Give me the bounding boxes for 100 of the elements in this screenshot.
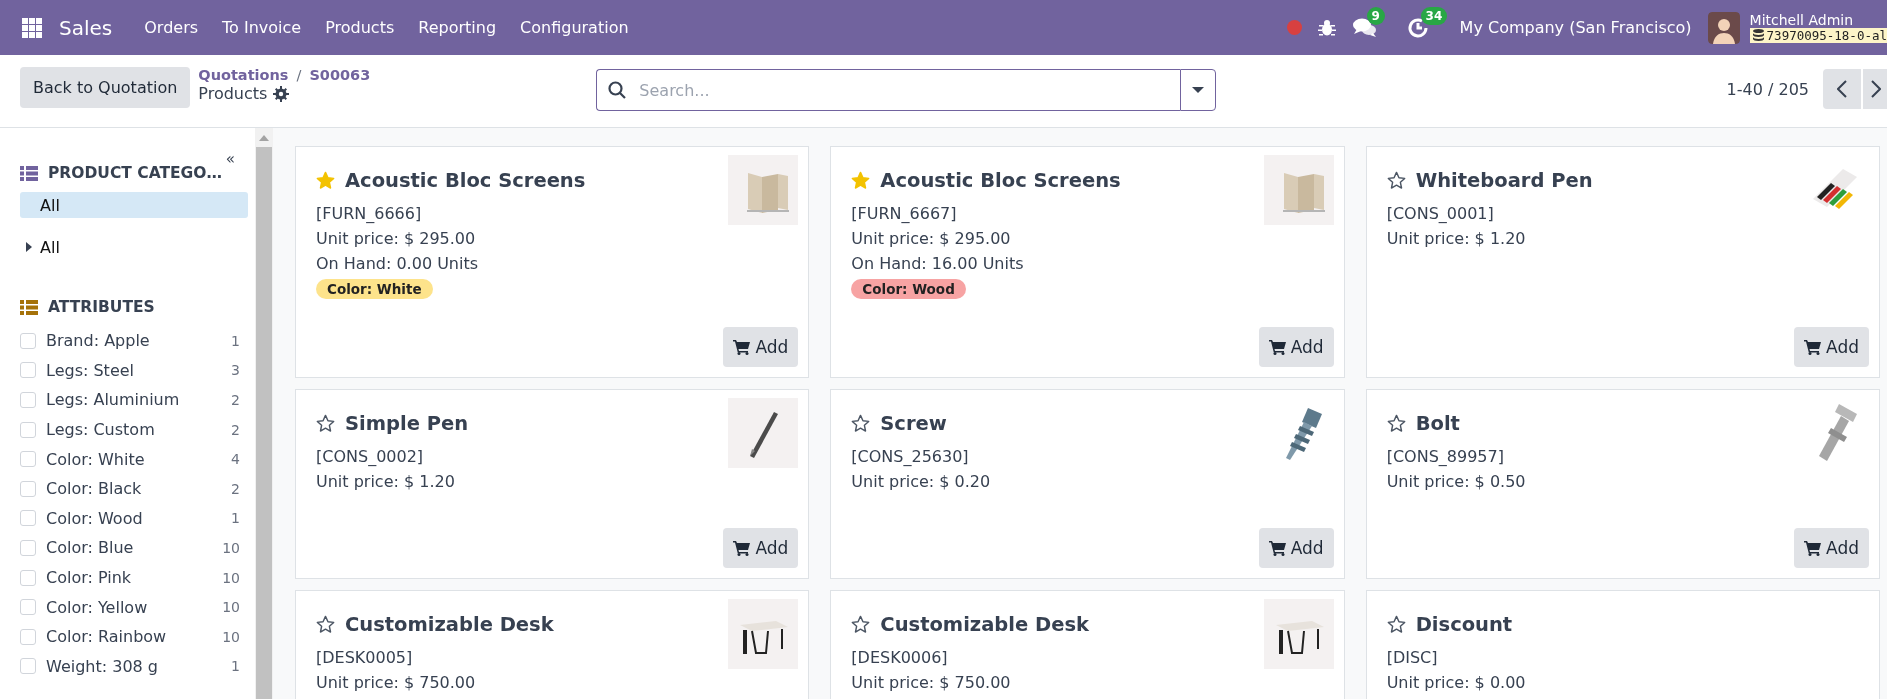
checkbox[interactable] <box>20 658 36 675</box>
product-card[interactable]: Acoustic Bloc Screens [FURN_6667] Unit price: $ 295.00 On Hand: 16.00 Units Color: Wood Add <box>830 146 1345 378</box>
menu-item[interactable]: Reporting <box>418 18 497 37</box>
add-button[interactable]: Add <box>723 327 799 367</box>
star-outline-icon[interactable] <box>316 414 335 433</box>
list-icon <box>20 165 38 181</box>
caret-icon <box>1192 86 1205 94</box>
filter-label[interactable]: Weight: 308 g <box>46 656 232 676</box>
search-options-toggle[interactable] <box>1180 69 1217 111</box>
breadcrumb-link[interactable]: S00063 <box>309 67 371 83</box>
filter-count: 10 <box>222 569 240 586</box>
filter-label[interactable]: Brand: Apple <box>46 331 232 351</box>
record-icon[interactable] <box>1286 20 1302 35</box>
next-button[interactable] <box>1863 69 1887 109</box>
cart-icon <box>1804 540 1822 556</box>
filter-count: 4 <box>231 451 240 468</box>
add-button[interactable]: Add <box>1258 528 1334 568</box>
product-code: [FURN_6666] <box>316 203 423 225</box>
category-item[interactable]: All <box>20 192 248 218</box>
product-card[interactable]: Bolt [CONS_89957] Unit price: $ 0.50 Add <box>1365 389 1880 579</box>
product-card[interactable]: Acoustic Bloc Screens [FURN_6666] Unit price: $ 295.00 On Hand: 0.00 Units Color: White Add <box>295 146 810 378</box>
checkbox[interactable] <box>20 599 36 616</box>
bug-icon[interactable] <box>1317 18 1336 37</box>
product-card[interactable]: Customizable Desk [DESK0005] Unit price: $ 750.00 <box>295 590 810 699</box>
previous-button[interactable] <box>1823 69 1861 109</box>
product-code: [CONS_25630] <box>851 446 970 468</box>
attribute-tag: Color: White <box>316 279 433 299</box>
add-button[interactable]: Add <box>1258 327 1334 367</box>
filter-label[interactable]: Color: Wood <box>46 508 232 528</box>
add-button[interactable]: Add <box>1794 528 1869 568</box>
add-button[interactable]: Add <box>723 528 799 568</box>
menu-item[interactable]: Orders <box>144 18 199 37</box>
checkbox[interactable] <box>20 332 36 349</box>
avatar-icon[interactable] <box>1707 11 1740 44</box>
product-name: Discount <box>1415 613 1513 636</box>
unit-price: Unit price: $ 0.50 <box>1386 471 1526 493</box>
filter-label[interactable]: Color: Blue <box>46 538 223 558</box>
database-icon <box>1752 29 1764 41</box>
pager-value[interactable]: 1-40 / 205 <box>1726 80 1809 99</box>
company-switcher[interactable]: My Company (San Francisco) <box>1459 18 1692 37</box>
product-card[interactable]: Customizable Desk [DESK0006] Unit price: $ 750.00 <box>830 590 1345 699</box>
checkbox[interactable] <box>20 362 36 379</box>
product-name: Customizable Desk <box>345 613 554 636</box>
checkbox[interactable] <box>20 421 36 438</box>
menu-item[interactable]: Products <box>325 18 395 37</box>
settings-icon[interactable] <box>273 85 290 102</box>
back-button[interactable]: Back to Quotation <box>20 67 191 108</box>
database-badge: 73970095-18-0-al <box>1749 27 1887 43</box>
add-button[interactable]: Add <box>1794 327 1869 367</box>
product-name: Acoustic Bloc Screens <box>345 169 586 192</box>
product-name: Bolt <box>1415 412 1460 435</box>
cart-icon <box>1268 339 1286 355</box>
filter-label[interactable]: Color: Pink <box>46 568 223 588</box>
user-name[interactable]: Mitchell Admin <box>1749 12 1887 28</box>
filter-label[interactable]: Legs: Steel <box>46 360 232 380</box>
unit-price: Unit price: $ 750.00 <box>851 672 1012 694</box>
product-card[interactable]: Simple Pen [CONS_0002] Unit price: $ 1.20 Add <box>295 389 810 579</box>
count-badge: 34 <box>1420 6 1448 25</box>
checkbox[interactable] <box>20 480 36 497</box>
filter-label[interactable]: Color: Black <box>46 479 232 499</box>
product-card[interactable]: Discount [DISC] Unit price: $ 0.00 <box>1365 590 1880 699</box>
filter-label[interactable]: Color: White <box>46 449 232 469</box>
star-outline-icon[interactable] <box>1386 615 1406 634</box>
collapse-button[interactable]: « <box>225 150 235 168</box>
star-outline-icon[interactable] <box>851 615 871 634</box>
filled-star-icon[interactable] <box>851 171 871 190</box>
menu-item[interactable]: To Invoice <box>222 18 302 37</box>
unit-price: Unit price: $ 0.20 <box>851 471 991 493</box>
filter-label[interactable]: Legs: Aluminium <box>46 390 232 410</box>
cart-icon <box>733 339 751 355</box>
product-code: [DISC] <box>1386 647 1439 669</box>
checkbox[interactable] <box>20 392 36 408</box>
unit-price: Unit price: $ 295.00 <box>851 228 1012 250</box>
unit-price: Unit price: $ 750.00 <box>316 672 477 694</box>
checkbox[interactable] <box>20 539 36 556</box>
checkbox[interactable] <box>20 510 36 527</box>
product-card[interactable]: Screw [CONS_25630] Unit price: $ 0.20 Add <box>830 389 1345 579</box>
product-card[interactable]: Whiteboard Pen [CONS_0001] Unit price: $ 1.20 Add <box>1365 146 1880 378</box>
filter-label[interactable]: Legs: Custom <box>46 420 232 440</box>
checkbox[interactable] <box>20 451 36 468</box>
menu-item[interactable]: Configuration <box>520 18 629 37</box>
star-outline-icon[interactable] <box>316 615 335 634</box>
checkbox[interactable] <box>20 628 36 645</box>
category-item[interactable]: All <box>20 234 248 260</box>
star-outline-icon[interactable] <box>1386 171 1406 190</box>
unit-price: Unit price: $ 1.20 <box>316 471 456 493</box>
product-name: Simple Pen <box>345 412 469 435</box>
star-outline-icon[interactable] <box>1386 414 1406 433</box>
filter-label[interactable]: Color: Yellow <box>46 597 223 617</box>
checkbox[interactable] <box>20 569 36 586</box>
apps-menu-icon[interactable] <box>22 17 42 38</box>
product-name: Acoustic Bloc Screens <box>880 169 1121 192</box>
app-name[interactable]: Sales <box>59 15 113 40</box>
filled-star-icon[interactable] <box>316 171 335 190</box>
product-name: Customizable Desk <box>880 613 1089 636</box>
breadcrumb-link[interactable]: Quotations <box>198 67 289 83</box>
filter-count: 3 <box>231 362 240 379</box>
filter-label[interactable]: Color: Rainbow <box>46 627 223 647</box>
search-field[interactable]: Search... <box>596 69 1181 111</box>
star-outline-icon[interactable] <box>851 414 871 433</box>
